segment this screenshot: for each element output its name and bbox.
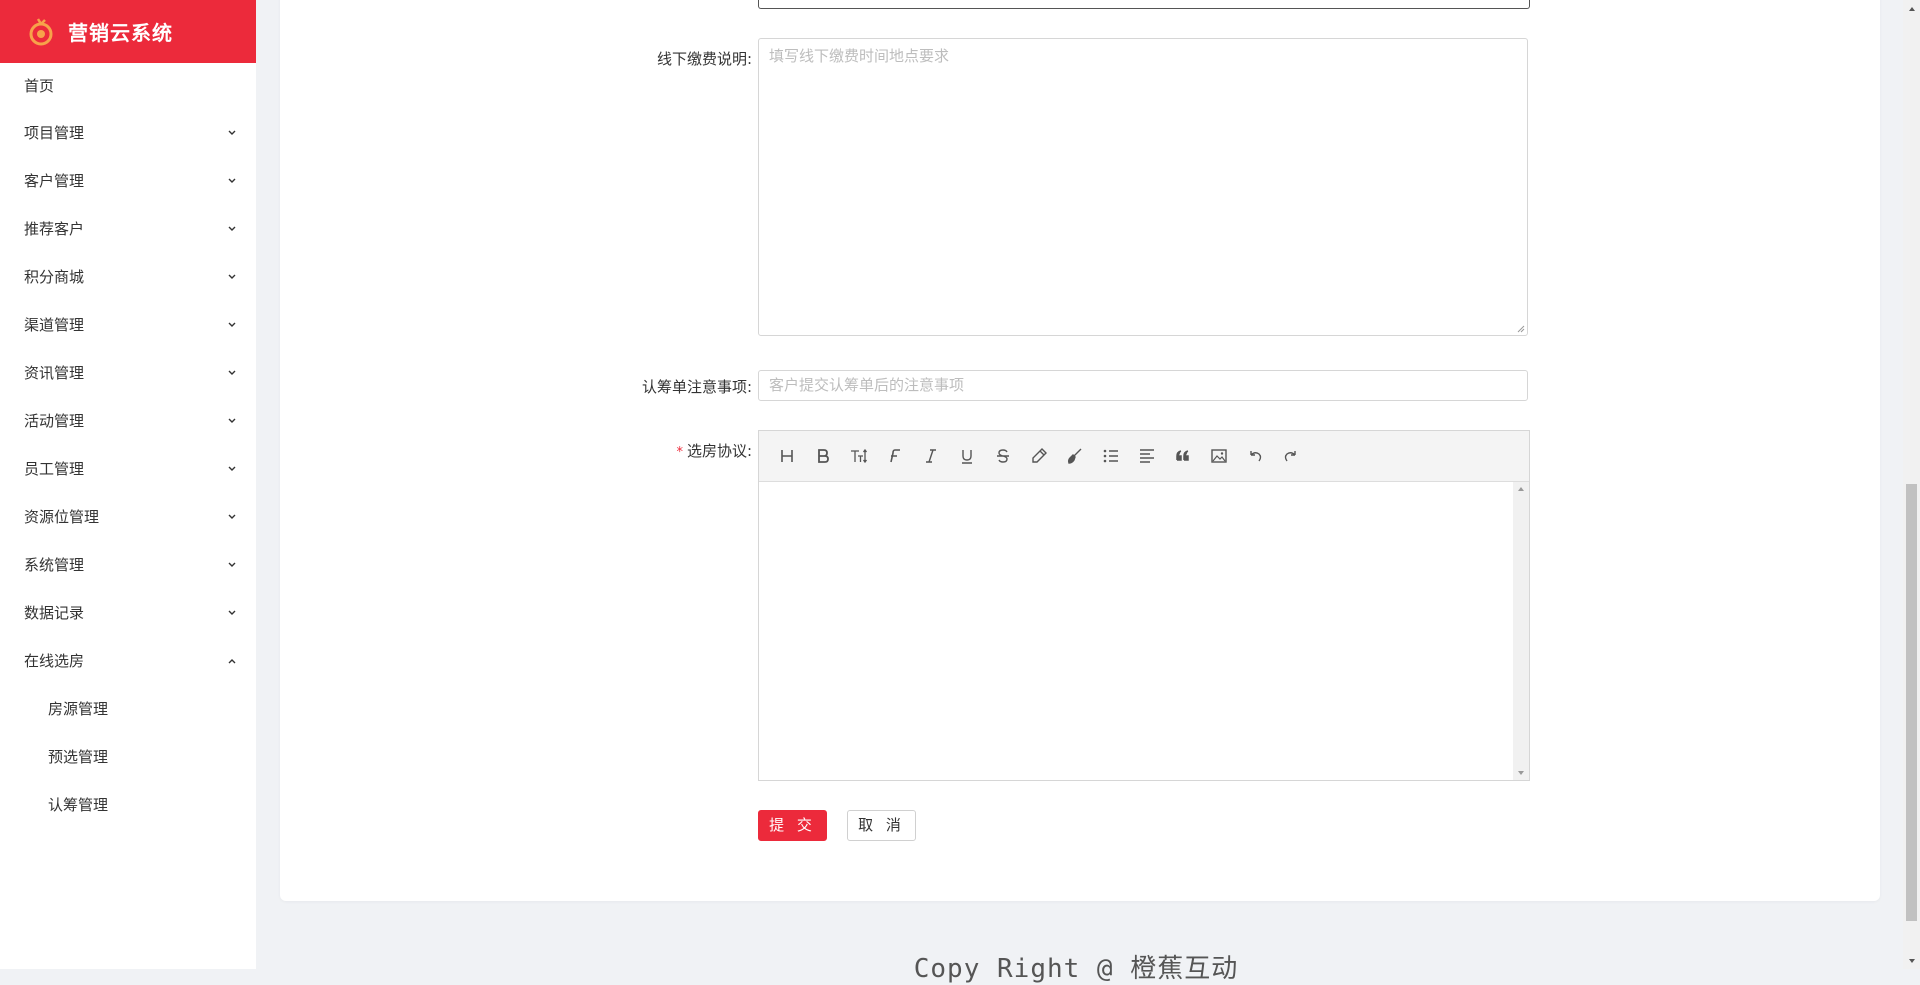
sidebar-subitem-label: 房源管理 [48, 700, 109, 718]
sidebar-item-label: 客户管理 [24, 172, 85, 190]
scroll-down-icon[interactable] [1517, 770, 1525, 776]
sidebar-item-label: 数据记录 [24, 604, 85, 622]
align-icon[interactable] [1129, 441, 1165, 471]
sidebar-item-label: 资讯管理 [24, 364, 85, 382]
subscription-notes-input[interactable]: 客户提交认筹单后的注意事项 [758, 370, 1528, 401]
editor-content-area[interactable] [759, 482, 1529, 780]
sidebar-item-staff[interactable]: 员工管理 [0, 445, 256, 493]
sidebar-item-online-selection[interactable]: 在线选房 [0, 637, 256, 685]
subscription-notes-placeholder: 客户提交认筹单后的注意事项 [769, 376, 965, 394]
sidebar-menu: 首页 项目管理 客户管理 推荐客户 积分商城 渠道管理 资讯管理 活动管理 员工… [0, 63, 256, 829]
sidebar-subitem-label: 认筹管理 [48, 796, 109, 814]
required-mark: * [676, 445, 683, 460]
sidebar-subitem-housing[interactable]: 房源管理 [0, 685, 256, 733]
agreement-label-text: 选房协议: [686, 442, 752, 460]
scroll-up-icon[interactable] [1517, 486, 1525, 492]
chevron-down-icon [226, 493, 238, 541]
sidebar-subitem-preselect[interactable]: 预选管理 [0, 733, 256, 781]
chevron-up-icon [226, 637, 238, 685]
format-brush-icon[interactable] [1057, 441, 1093, 471]
footer-copyright: Copy Right @ 橙蕉互动 [913, 954, 1239, 984]
sidebar-item-label: 员工管理 [24, 460, 85, 478]
offline-payment-textarea[interactable]: 填写线下缴费时间地点要求 [758, 38, 1528, 336]
previous-textarea[interactable] [758, 0, 1530, 9]
sidebar-item-system[interactable]: 系统管理 [0, 541, 256, 589]
sidebar-item-channel[interactable]: 渠道管理 [0, 301, 256, 349]
italic-icon[interactable] [913, 441, 949, 471]
font-family-icon[interactable] [877, 441, 913, 471]
undo-icon[interactable] [1237, 441, 1273, 471]
bold-icon[interactable] [805, 441, 841, 471]
chevron-down-icon [226, 253, 238, 301]
offline-payment-placeholder: 填写线下缴费时间地点要求 [769, 47, 950, 65]
chevron-down-icon [226, 157, 238, 205]
sidebar-item-data-log[interactable]: 数据记录 [0, 589, 256, 637]
sidebar-item-resource[interactable]: 资源位管理 [0, 493, 256, 541]
underline-icon[interactable] [949, 441, 985, 471]
sidebar-item-label: 在线选房 [24, 652, 85, 670]
sidebar-item-news[interactable]: 资讯管理 [0, 349, 256, 397]
sidebar: 营销云系统 首页 项目管理 客户管理 推荐客户 积分商城 渠道管理 资讯管理 活… [0, 0, 256, 969]
image-icon[interactable] [1201, 441, 1237, 471]
scrollbar-thumb[interactable] [1906, 484, 1917, 921]
scroll-up-icon[interactable] [1903, 0, 1920, 17]
font-size-icon[interactable] [841, 441, 877, 471]
bullet-list-icon[interactable] [1093, 441, 1129, 471]
sidebar-item-label: 资源位管理 [24, 508, 100, 526]
strikethrough-icon[interactable] [985, 441, 1021, 471]
editor-scrollbar[interactable] [1513, 482, 1529, 780]
sidebar-item-activity[interactable]: 活动管理 [0, 397, 256, 445]
logo-icon [29, 17, 53, 45]
cancel-button[interactable]: 取 消 [847, 810, 916, 841]
rich-text-editor [758, 430, 1530, 781]
highlight-pen-icon[interactable] [1021, 441, 1057, 471]
chevron-down-icon [226, 397, 238, 445]
sidebar-item-customer[interactable]: 客户管理 [0, 157, 256, 205]
brand-header[interactable]: 营销云系统 [0, 0, 256, 63]
heading-icon[interactable] [769, 441, 805, 471]
sidebar-item-label: 首页 [24, 77, 55, 95]
submit-button[interactable]: 提 交 [758, 810, 827, 841]
sidebar-subitem-label: 预选管理 [48, 748, 109, 766]
sidebar-item-label: 渠道管理 [24, 316, 85, 334]
offline-payment-label: 线下缴费说明: [656, 50, 752, 68]
chevron-down-icon [226, 301, 238, 349]
resize-handle-icon[interactable] [1517, 325, 1525, 333]
sidebar-item-referral[interactable]: 推荐客户 [0, 205, 256, 253]
chevron-down-icon [226, 349, 238, 397]
quote-icon[interactable] [1165, 441, 1201, 471]
scroll-down-icon[interactable] [1903, 952, 1920, 969]
sidebar-item-project[interactable]: 项目管理 [0, 109, 256, 157]
sidebar-item-label: 推荐客户 [24, 220, 85, 238]
sidebar-item-points-mall[interactable]: 积分商城 [0, 253, 256, 301]
chevron-down-icon [226, 205, 238, 253]
subscription-notes-label: 认筹单注意事项: [641, 378, 752, 396]
agreement-label: * 选房协议: [676, 440, 752, 461]
sidebar-subitem-subscription[interactable]: 认筹管理 [0, 781, 256, 829]
chevron-down-icon [226, 109, 238, 157]
editor-toolbar [759, 431, 1529, 482]
sidebar-item-label: 系统管理 [24, 556, 85, 574]
sidebar-item-label: 活动管理 [24, 412, 85, 430]
redo-icon[interactable] [1273, 441, 1309, 471]
page-scrollbar[interactable] [1903, 0, 1920, 969]
sidebar-item-home[interactable]: 首页 [0, 63, 256, 109]
sidebar-item-label: 项目管理 [24, 124, 85, 142]
chevron-down-icon [226, 445, 238, 493]
chevron-down-icon [226, 541, 238, 589]
brand-name: 营销云系统 [68, 21, 173, 45]
sidebar-item-label: 积分商城 [24, 268, 85, 286]
chevron-down-icon [226, 589, 238, 637]
